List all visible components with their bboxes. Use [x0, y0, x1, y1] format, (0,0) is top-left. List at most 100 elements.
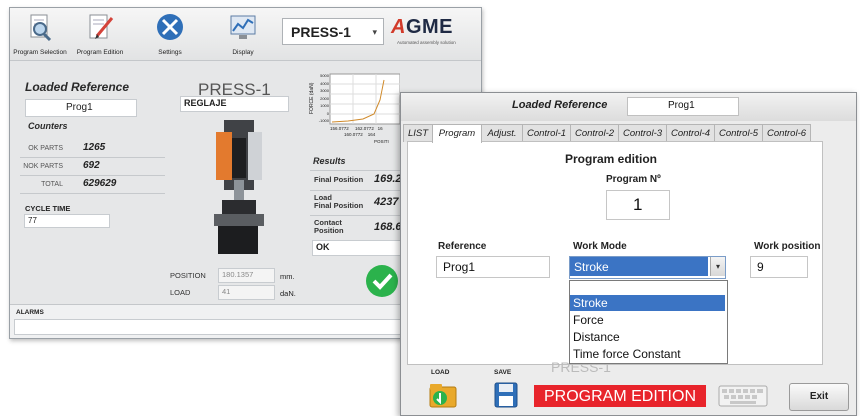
program-edition-banner-text: PROGRAM EDITION: [543, 388, 696, 405]
work-mode-option-time-force-constant[interactable]: Time force Constant: [570, 346, 725, 362]
magnifier-document-icon: [30, 14, 52, 42]
keyboard-icon[interactable]: [718, 385, 768, 407]
agme-logo: AGME Automated assembly solution: [391, 16, 477, 48]
loaded-reference-title: Loaded Reference: [512, 99, 608, 111]
chart-y-axis-label: FORCE (daN): [309, 82, 315, 114]
chart-x-tick: 16: [377, 126, 383, 131]
settings-button[interactable]: Settings: [142, 10, 198, 58]
tab-bar: LIST Program Adjust. Control-1 Control-2…: [401, 124, 856, 143]
tab-control-3[interactable]: Control-3: [618, 124, 667, 142]
program-label-field: REGLAJE: [180, 96, 289, 112]
tab-program[interactable]: Program: [432, 124, 482, 143]
press-select[interactable]: PRESS-1 ▾: [282, 18, 384, 45]
chart-x-tick: 162.0772: [355, 126, 374, 131]
position-unit: mm.: [280, 272, 295, 281]
chart-x-axis-label: POSITI: [374, 139, 389, 144]
force-position-chart: FORCE (daN) 5000 4000 3000 2000 1000 0 -…: [308, 70, 400, 150]
program-edition-window: Loaded Reference Prog1 LIST Program Adju…: [400, 92, 857, 416]
result-status-field: OK: [312, 240, 407, 256]
pencil-document-icon: [89, 14, 114, 39]
work-mode-selected: Stroke: [570, 257, 708, 276]
tab-list[interactable]: LIST: [403, 124, 433, 142]
display-label: Display: [232, 49, 254, 56]
program-selection-button[interactable]: Program Selection: [12, 10, 68, 58]
total-parts-label: TOTAL: [41, 181, 63, 188]
exit-button-label: Exit: [809, 391, 829, 402]
load-button-label: LOAD: [431, 369, 450, 376]
loaded-reference-value: Prog1: [66, 102, 93, 113]
position-label: POSITION: [170, 271, 206, 280]
total-parts-value: 629629: [83, 178, 117, 189]
front-header: Loaded Reference Prog1: [401, 93, 856, 121]
program-edition-banner: PROGRAM EDITION: [534, 385, 706, 407]
work-mode-option-label: Time force Constant: [573, 347, 681, 361]
program-number-label: Program Nº: [606, 174, 661, 185]
chart-x-tick: 156.0772: [330, 126, 349, 131]
display-button[interactable]: Display: [215, 10, 271, 58]
load-label: LOAD: [170, 288, 191, 297]
tab-control-1[interactable]: Control-1: [522, 124, 571, 142]
chart-y-tick: 2000: [320, 95, 329, 101]
work-mode-option-label: Force: [573, 313, 604, 327]
program-edition-button[interactable]: Program Edition: [72, 10, 128, 58]
chart-x-ticks-row2: 160.0772 164: [344, 132, 375, 137]
chart-y-tick: 0: [326, 110, 329, 116]
tab-control-4[interactable]: Control-4: [666, 124, 715, 142]
save-disk-button[interactable]: [493, 381, 519, 409]
nok-parts-label: NOK PARTS: [23, 163, 63, 170]
tab-adjust[interactable]: Adjust.: [481, 124, 523, 142]
load-final-position-value: 4237: [374, 196, 399, 208]
cycle-time-value: 77: [28, 216, 37, 225]
list-item: [570, 281, 725, 295]
load-final-position-label-line2: Final Position: [314, 201, 364, 210]
tab-control-2[interactable]: Control-2: [570, 124, 619, 142]
results-panel: Results Final Position 169.2 Load Final …: [310, 152, 407, 272]
loaded-reference-field: Prog1: [627, 97, 739, 116]
main-toolbar: Program Selection Program Edition Settin…: [10, 8, 481, 61]
position-field: 180.1357: [218, 268, 275, 283]
chart-x-tick: 160.0772: [344, 132, 363, 137]
program-number-field[interactable]: 1: [606, 190, 670, 220]
reference-input[interactable]: Prog1: [436, 256, 550, 278]
press-machine-image: [202, 118, 274, 266]
program-selection-label: Program Selection: [13, 49, 67, 56]
cycle-time-field: 77: [24, 214, 110, 228]
results-title: Results: [313, 156, 346, 166]
chevron-down-icon[interactable]: ▾: [710, 257, 725, 276]
work-position-input[interactable]: 9: [750, 256, 808, 278]
section-title: Program edition: [565, 152, 658, 166]
wrench-screwdriver-icon: [157, 14, 183, 40]
ok-parts-value: 1265: [83, 142, 106, 153]
load-folder-button[interactable]: [429, 381, 457, 409]
work-mode-options-list: Stroke Force Distance Time force Constan…: [569, 280, 728, 364]
ok-check-icon: [366, 265, 398, 297]
loaded-reference-value: Prog1: [668, 100, 695, 111]
work-mode-label: Work Mode: [573, 241, 627, 252]
work-mode-option-label: Distance: [573, 330, 620, 344]
work-position-label: Work position: [754, 241, 821, 252]
work-mode-select[interactable]: Stroke ▾: [569, 256, 726, 279]
exit-button[interactable]: Exit: [789, 383, 849, 411]
logo-tagline: Automated assembly solution: [397, 40, 456, 45]
final-position-label: Final Position: [314, 175, 364, 184]
load-unit: daN.: [280, 289, 296, 298]
work-position-value: 9: [757, 260, 764, 274]
chevron-down-icon: ▾: [372, 27, 377, 37]
chart-y-tick: 1000: [320, 103, 329, 108]
chart-y-tick: 5000: [320, 73, 329, 78]
chart-x-ticks-row1: 156.0772 162.0772 16: [330, 126, 383, 131]
program-edition-label: Program Edition: [76, 49, 124, 56]
display-chart-icon: [230, 15, 256, 39]
program-number-value: 1: [633, 195, 643, 214]
tab-control-6[interactable]: Control-6: [762, 124, 811, 142]
work-mode-option-stroke[interactable]: Stroke: [570, 295, 725, 311]
load-field: 41: [218, 285, 275, 300]
contact-position-value: 168.6: [374, 221, 402, 233]
work-mode-option-force[interactable]: Force: [570, 312, 725, 328]
tab-control-5[interactable]: Control-5: [714, 124, 763, 142]
alarms-label: ALARMS: [16, 309, 44, 316]
work-mode-option-distance[interactable]: Distance: [570, 329, 725, 345]
work-mode-option-label: Stroke: [573, 296, 608, 310]
press-select-value: PRESS-1: [291, 24, 351, 40]
reference-label: Reference: [438, 241, 487, 252]
